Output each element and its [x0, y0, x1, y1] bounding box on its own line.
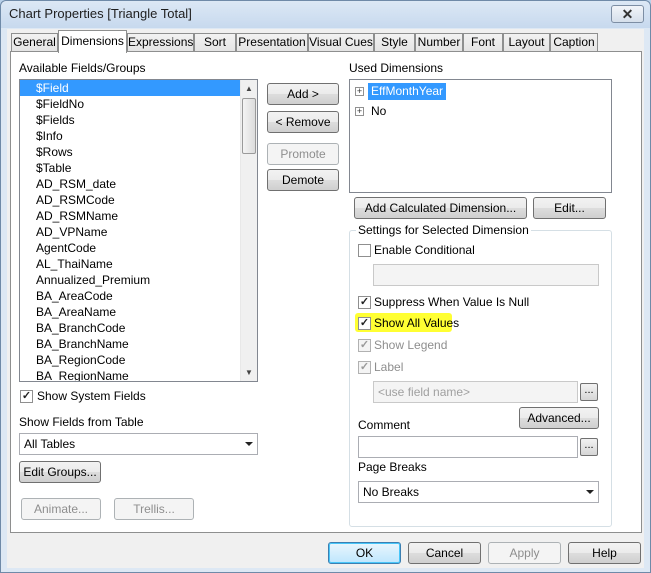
table-select[interactable]: All Tables: [19, 433, 258, 455]
list-item[interactable]: AD_RSM_date: [20, 176, 257, 192]
list-item[interactable]: BA_BranchCode: [20, 320, 257, 336]
list-item[interactable]: AD_RSMName: [20, 208, 257, 224]
demote-button[interactable]: Demote: [267, 169, 339, 191]
tab-expressions[interactable]: Expressions: [127, 33, 194, 52]
expand-icon[interactable]: +: [355, 107, 364, 116]
list-item[interactable]: $Fields: [20, 112, 257, 128]
list-item[interactable]: BA_AreaName: [20, 304, 257, 320]
show-legend-checkbox[interactable]: ✓: [358, 339, 371, 352]
tab-general[interactable]: General: [11, 33, 58, 52]
label-checkbox[interactable]: ✓: [358, 361, 371, 374]
comment-field[interactable]: [358, 436, 578, 458]
tab-sort[interactable]: Sort: [194, 33, 236, 52]
enable-conditional-checkbox[interactable]: [358, 244, 371, 257]
tab-layout[interactable]: Layout: [503, 33, 550, 52]
page-breaks-label: Page Breaks: [358, 460, 427, 474]
label-option-label: Label: [374, 360, 404, 374]
trellis-button[interactable]: Trellis...: [114, 498, 194, 520]
ok-button[interactable]: OK: [328, 542, 401, 564]
scroll-down-arrow-icon[interactable]: ▼: [241, 364, 257, 381]
tab-visual-cues[interactable]: Visual Cues: [308, 33, 374, 52]
promote-button[interactable]: Promote: [267, 143, 339, 165]
page-breaks-select[interactable]: No Breaks: [358, 481, 599, 503]
tab-caption[interactable]: Caption: [550, 33, 598, 52]
tab-style[interactable]: Style: [374, 33, 415, 52]
available-fields-list[interactable]: $Field $FieldNo $Fields $Info $Rows $Table AD_…: [19, 79, 258, 382]
settings-title: Settings for Selected Dimension: [356, 223, 531, 237]
suppress-null-checkbox[interactable]: ✓: [358, 296, 371, 309]
cancel-button[interactable]: Cancel: [408, 542, 481, 564]
close-button[interactable]: ✕: [611, 5, 644, 23]
scroll-thumb[interactable]: [242, 98, 256, 154]
show-fields-from-table-label: Show Fields from Table: [19, 415, 144, 429]
list-item[interactable]: BA_RegionName: [20, 368, 257, 381]
tab-font[interactable]: Font: [463, 33, 503, 52]
enable-conditional-label: Enable Conditional: [374, 243, 475, 257]
used-dimensions-list[interactable]: + EffMonthYear + No: [349, 79, 612, 193]
dimensions-panel: Available Fields/Groups $Field $FieldNo $F…: [10, 51, 642, 533]
list-item[interactable]: BA_RegionCode: [20, 352, 257, 368]
list-item[interactable]: AgentCode: [20, 240, 257, 256]
show-system-fields-label: Show System Fields: [37, 389, 146, 403]
used-dimension-label: No: [371, 104, 387, 118]
remove-button[interactable]: < Remove: [267, 111, 339, 133]
available-fields-label: Available Fields/Groups: [19, 61, 146, 75]
expand-icon[interactable]: +: [355, 87, 364, 96]
list-item[interactable]: $FieldNo: [20, 96, 257, 112]
show-all-values-label: Show All Values: [374, 316, 460, 330]
add-calculated-dimension-button[interactable]: Add Calculated Dimension...: [354, 197, 527, 219]
add-button[interactable]: Add >: [267, 83, 339, 105]
available-items: $Field $FieldNo $Fields $Info $Rows $Table AD_…: [20, 80, 257, 381]
used-dimensions-label: Used Dimensions: [349, 61, 444, 75]
list-item[interactable]: BA_BranchName: [20, 336, 257, 352]
label-field[interactable]: <use field name>: [373, 381, 578, 403]
chevron-down-icon: [586, 490, 594, 494]
show-all-values-checkbox[interactable]: ✓: [358, 317, 371, 330]
edit-groups-button[interactable]: Edit Groups...: [19, 461, 101, 483]
dialog-client-area: General Dimensions Expressions Sort Pres…: [7, 29, 644, 568]
show-system-fields-checkbox[interactable]: ✓: [20, 390, 33, 403]
conditional-expression-field[interactable]: [373, 264, 599, 286]
list-item[interactable]: $Table: [20, 160, 257, 176]
list-item[interactable]: BA_AreaCode: [20, 288, 257, 304]
suppress-null-label: Suppress When Value Is Null: [374, 295, 530, 309]
scroll-up-arrow-icon[interactable]: ▲: [241, 80, 257, 97]
comment-label: Comment: [358, 418, 411, 432]
window-title: Chart Properties [Triangle Total]: [9, 6, 192, 21]
used-dimension-item[interactable]: + EffMonthYear: [350, 83, 611, 100]
used-dimension-item[interactable]: + No: [350, 103, 611, 120]
title-bar[interactable]: Chart Properties [Triangle Total] ✕: [1, 1, 650, 28]
help-button[interactable]: Help: [568, 542, 641, 564]
list-item[interactable]: $Rows: [20, 144, 257, 160]
show-legend-label: Show Legend: [374, 338, 448, 352]
list-item[interactable]: $Info: [20, 128, 257, 144]
apply-button[interactable]: Apply: [488, 542, 561, 564]
comment-ellipsis-button[interactable]: ...: [580, 438, 598, 456]
tab-dimensions[interactable]: Dimensions: [58, 30, 127, 53]
advanced-button[interactable]: Advanced...: [519, 407, 599, 429]
list-scrollbar[interactable]: ▲ ▼: [240, 80, 257, 381]
list-item[interactable]: AD_VPName: [20, 224, 257, 240]
tab-number[interactable]: Number: [415, 33, 463, 52]
chart-properties-window: Chart Properties [Triangle Total] ✕ Gene…: [0, 0, 651, 573]
label-ellipsis-button[interactable]: ...: [580, 383, 598, 401]
tab-presentation[interactable]: Presentation: [236, 33, 308, 52]
animate-button[interactable]: Animate...: [21, 498, 101, 520]
edit-dimension-button[interactable]: Edit...: [533, 197, 606, 219]
table-select-value: All Tables: [24, 437, 76, 451]
list-item[interactable]: AD_RSMCode: [20, 192, 257, 208]
used-dimension-label: EffMonthYear: [368, 83, 447, 100]
chevron-down-icon: [245, 442, 253, 446]
list-item[interactable]: Annualized_Premium: [20, 272, 257, 288]
page-breaks-value: No Breaks: [363, 485, 420, 499]
list-item[interactable]: AL_ThaiName: [20, 256, 257, 272]
list-item[interactable]: $Field: [20, 80, 257, 96]
